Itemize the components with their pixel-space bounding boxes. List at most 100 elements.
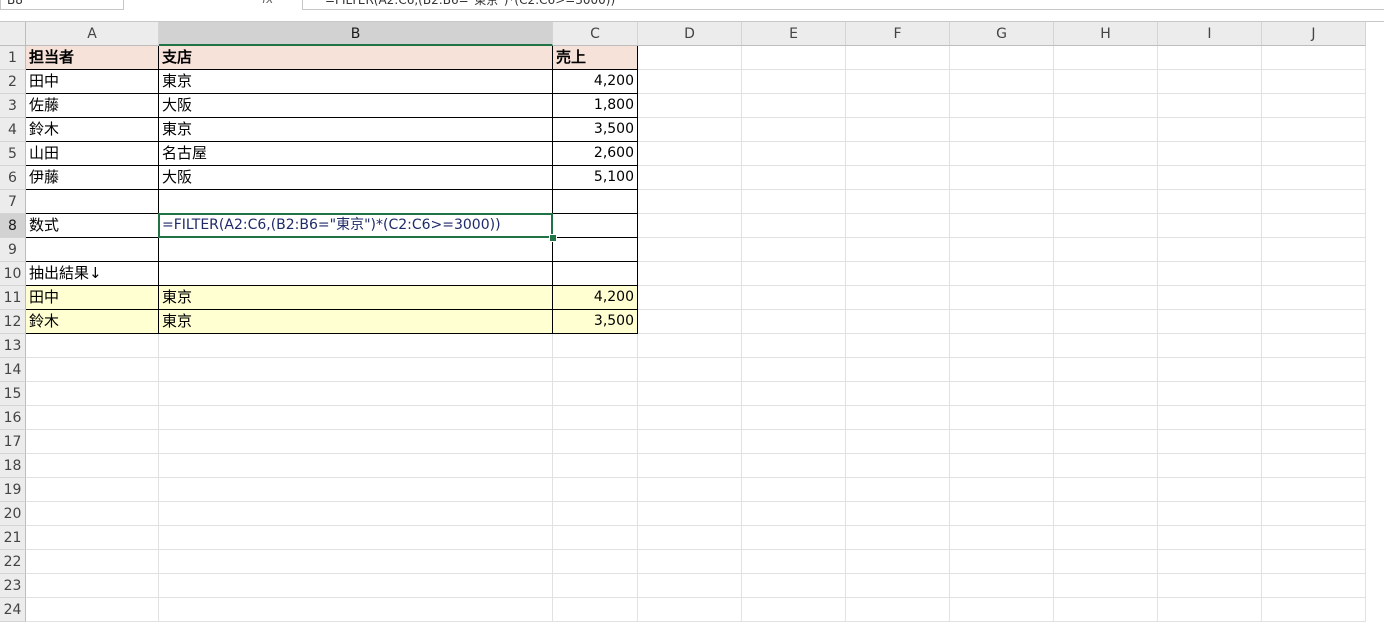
cell-b6[interactable]: 大阪 [159,166,553,190]
row-header-4[interactable]: 4 [0,118,26,142]
cell-e20[interactable] [742,502,846,526]
cell-a24[interactable] [26,598,159,622]
column-header-b[interactable]: B [159,22,553,46]
cell-i21[interactable] [1158,526,1262,550]
cell-j8[interactable] [1262,214,1366,238]
cell-j22[interactable] [1262,550,1366,574]
cell-g7[interactable] [950,190,1054,214]
cell-d8[interactable] [638,214,742,238]
cell-c6[interactable]: 5,100 [553,166,638,190]
cell-f13[interactable] [846,334,950,358]
cell-h7[interactable] [1054,190,1158,214]
cell-f5[interactable] [846,142,950,166]
cell-b18[interactable] [159,454,553,478]
cell-h2[interactable] [1054,70,1158,94]
cell-a11[interactable]: 田中 [26,286,159,310]
cell-a16[interactable] [26,406,159,430]
cell-b23[interactable] [159,574,553,598]
column-header-h[interactable]: H [1054,22,1158,46]
cell-e16[interactable] [742,406,846,430]
cell-b5[interactable]: 名古屋 [159,142,553,166]
row-header-11[interactable]: 11 [0,286,26,310]
row-header-5[interactable]: 5 [0,142,26,166]
cell-d21[interactable] [638,526,742,550]
cell-c24[interactable] [553,598,638,622]
cell-i15[interactable] [1158,382,1262,406]
cell-d18[interactable] [638,454,742,478]
cell-e8[interactable] [742,214,846,238]
cell-d12[interactable] [638,310,742,334]
cell-f16[interactable] [846,406,950,430]
row-header-14[interactable]: 14 [0,358,26,382]
cell-f6[interactable] [846,166,950,190]
cell-c20[interactable] [553,502,638,526]
cell-f2[interactable] [846,70,950,94]
cell-h6[interactable] [1054,166,1158,190]
cell-d1[interactable] [638,46,742,70]
cell-h20[interactable] [1054,502,1158,526]
cell-i19[interactable] [1158,478,1262,502]
cell-g20[interactable] [950,502,1054,526]
cell-e19[interactable] [742,478,846,502]
cell-b10[interactable] [159,262,553,286]
row-header-6[interactable]: 6 [0,166,26,190]
cell-d22[interactable] [638,550,742,574]
cell-i16[interactable] [1158,406,1262,430]
cell-j2[interactable] [1262,70,1366,94]
cell-b24[interactable] [159,598,553,622]
cell-i3[interactable] [1158,94,1262,118]
cell-h23[interactable] [1054,574,1158,598]
cell-b20[interactable] [159,502,553,526]
cell-e11[interactable] [742,286,846,310]
cell-j24[interactable] [1262,598,1366,622]
cell-h10[interactable] [1054,262,1158,286]
cell-h13[interactable] [1054,334,1158,358]
cell-a21[interactable] [26,526,159,550]
formula-input[interactable]: =FILTER(A2:C6,(B2:B6="東京")*(C2:C6>=3000)… [302,0,1384,10]
cell-e14[interactable] [742,358,846,382]
row-header-13[interactable]: 13 [0,334,26,358]
row-header-12[interactable]: 12 [0,310,26,334]
cell-c2[interactable]: 4,200 [553,70,638,94]
cell-e24[interactable] [742,598,846,622]
cell-d23[interactable] [638,574,742,598]
cell-j15[interactable] [1262,382,1366,406]
cell-a1[interactable]: 担当者 [26,46,159,70]
cell-f19[interactable] [846,478,950,502]
cell-a4[interactable]: 鈴木 [26,118,159,142]
cell-c13[interactable] [553,334,638,358]
cell-e17[interactable] [742,430,846,454]
cell-a8[interactable]: 数式 [26,214,159,238]
cell-a3[interactable]: 佐藤 [26,94,159,118]
cell-g8[interactable] [950,214,1054,238]
cell-g4[interactable] [950,118,1054,142]
cell-h4[interactable] [1054,118,1158,142]
cell-c11[interactable]: 4,200 [553,286,638,310]
cell-g6[interactable] [950,166,1054,190]
cell-c12[interactable]: 3,500 [553,310,638,334]
cell-e1[interactable] [742,46,846,70]
cell-g24[interactable] [950,598,1054,622]
cell-i22[interactable] [1158,550,1262,574]
cell-f22[interactable] [846,550,950,574]
cell-a22[interactable] [26,550,159,574]
cell-i7[interactable] [1158,190,1262,214]
cell-g3[interactable] [950,94,1054,118]
cell-b22[interactable] [159,550,553,574]
cell-b21[interactable] [159,526,553,550]
column-header-i[interactable]: I [1158,22,1262,46]
row-header-1[interactable]: 1 [0,46,26,70]
cell-i8[interactable] [1158,214,1262,238]
cell-h12[interactable] [1054,310,1158,334]
cell-c21[interactable] [553,526,638,550]
cell-h15[interactable] [1054,382,1158,406]
cell-j3[interactable] [1262,94,1366,118]
cell-h14[interactable] [1054,358,1158,382]
cell-a17[interactable] [26,430,159,454]
cell-e13[interactable] [742,334,846,358]
row-header-23[interactable]: 23 [0,574,26,598]
cell-g5[interactable] [950,142,1054,166]
cell-g11[interactable] [950,286,1054,310]
cell-j20[interactable] [1262,502,1366,526]
column-header-e[interactable]: E [742,22,846,46]
